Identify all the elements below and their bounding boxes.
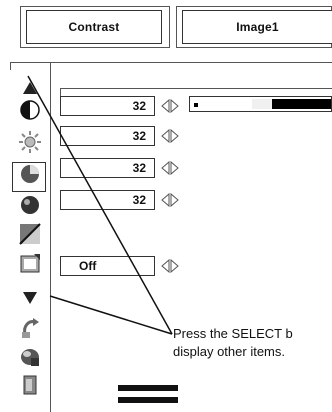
instruction-line-2: display other items. xyxy=(173,344,285,359)
bottom-bar-1 xyxy=(118,385,178,391)
bottom-bars xyxy=(118,385,178,405)
select-instruction-text: Press the SELECT b display other items. xyxy=(173,325,293,361)
instruction-line-1: Press the SELECT b xyxy=(173,326,293,341)
bottom-bar-2 xyxy=(118,397,178,403)
